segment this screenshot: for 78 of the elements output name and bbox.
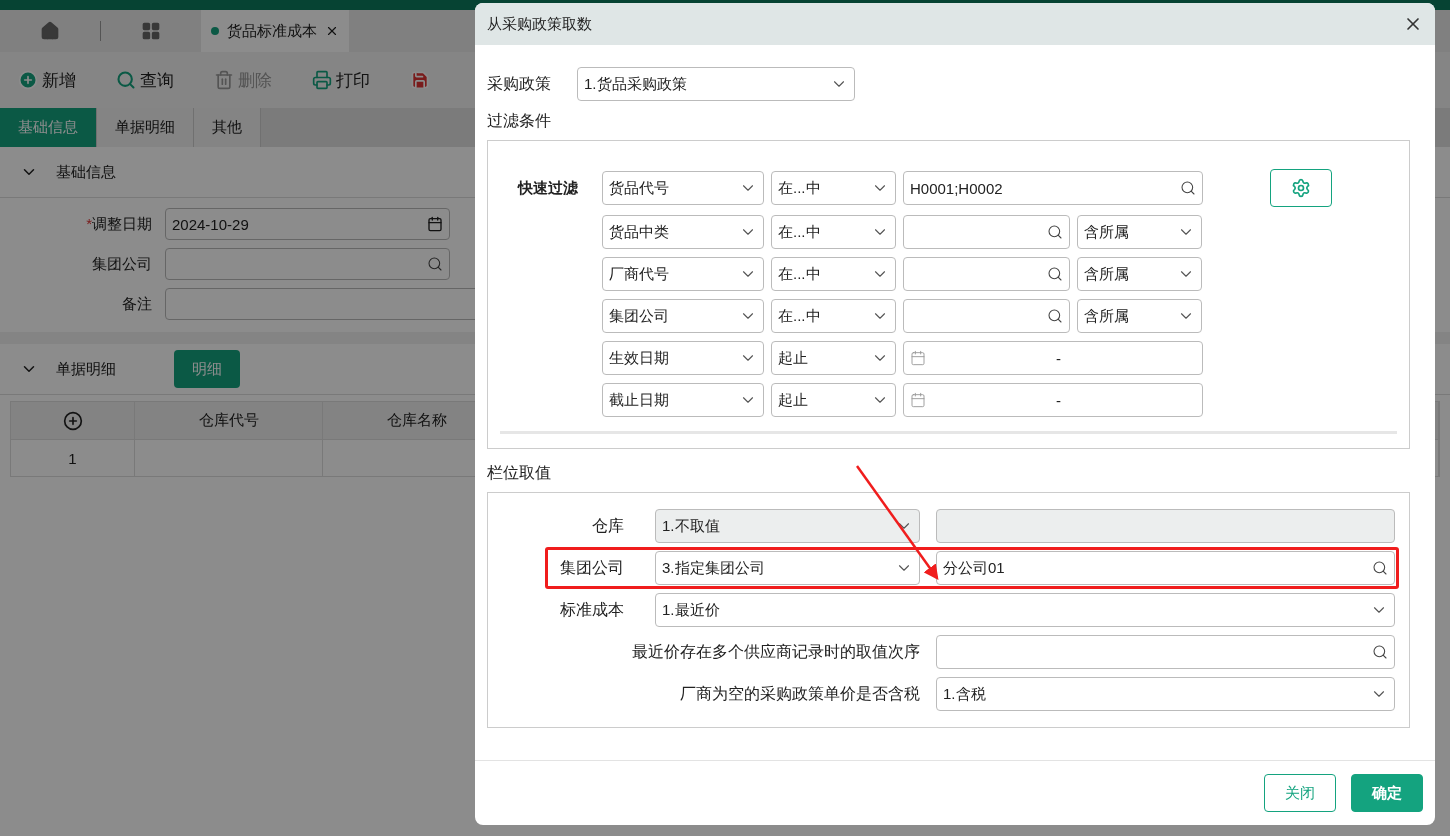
- section-tab[interactable]: 单据明细: [97, 108, 194, 147]
- trash-icon: [214, 70, 234, 90]
- search-icon: [1372, 644, 1388, 660]
- search-icon: [1047, 224, 1063, 240]
- toolbar-button[interactable]: 新增: [18, 68, 76, 92]
- section-title: 过滤条件: [487, 111, 552, 131]
- operator-select[interactable]: 在...中: [771, 215, 896, 249]
- toolbar-button[interactable]: 打印: [312, 68, 370, 92]
- select-field[interactable]: 1.最近价: [655, 593, 1395, 627]
- scope-select[interactable]: 含所属: [1077, 257, 1202, 291]
- operator-select[interactable]: 起止: [771, 341, 896, 375]
- value-field[interactable]: 分公司01: [936, 551, 1395, 585]
- settings-button[interactable]: [1270, 169, 1332, 207]
- field-label: 采购政策: [487, 73, 551, 94]
- save-button[interactable]: [410, 70, 430, 90]
- mode-select[interactable]: 3.指定集团公司: [655, 551, 920, 585]
- range-separator: -: [1056, 349, 1061, 367]
- section-title: 栏位取值: [487, 463, 552, 483]
- scope-select[interactable]: 含所属: [1077, 215, 1202, 249]
- value-field[interactable]: [903, 257, 1070, 291]
- printer-icon: [312, 70, 332, 90]
- settings-icon: [1291, 178, 1311, 198]
- field-label: 集团公司: [91, 254, 153, 274]
- search-icon: [116, 70, 136, 90]
- field-select[interactable]: 集团公司: [602, 299, 764, 333]
- close-icon[interactable]: [325, 24, 339, 38]
- dialog-title: 从采购政策取数: [487, 14, 592, 34]
- policy-select[interactable]: 1.货品采购政策: [577, 67, 855, 101]
- field-label: 标准成本: [559, 599, 625, 620]
- field-label: 最近价存在多个供应商记录时的取值次序: [631, 641, 920, 662]
- search-icon: [1047, 308, 1063, 324]
- search-icon: [1372, 560, 1388, 576]
- section-tab[interactable]: 其他: [194, 108, 261, 147]
- calendar-icon: [910, 392, 926, 408]
- toolbar-button[interactable]: 查询: [116, 68, 174, 92]
- value-field[interactable]: H0001;H0002: [903, 171, 1203, 205]
- field-label: 备注: [121, 294, 153, 314]
- column-header: 仓库代号: [135, 402, 323, 439]
- value-field[interactable]: [903, 215, 1070, 249]
- field-select[interactable]: 货品代号: [602, 171, 764, 205]
- calendar-icon: [910, 350, 926, 366]
- date-range-field[interactable]: -: [903, 341, 1203, 375]
- home-icon[interactable]: [40, 21, 60, 41]
- section-title: 单据明细: [56, 359, 116, 379]
- lookup-field[interactable]: [936, 635, 1395, 669]
- field-select[interactable]: 货品中类: [602, 215, 764, 249]
- select-field[interactable]: 1.含税: [936, 677, 1395, 711]
- search-icon: [1180, 180, 1196, 196]
- search-icon: [427, 256, 443, 272]
- add-row-icon[interactable]: [62, 410, 83, 431]
- plus-circle-icon: [18, 70, 38, 90]
- page-tab[interactable]: 货品标准成本: [201, 10, 349, 52]
- field-label: *调整日期: [85, 214, 153, 234]
- input-field[interactable]: 2024-10-29: [165, 208, 450, 240]
- scope-select[interactable]: 含所属: [1077, 299, 1202, 333]
- field-select[interactable]: 生效日期: [602, 341, 764, 375]
- operator-select[interactable]: 在...中: [771, 257, 896, 291]
- save-icon: [410, 70, 430, 90]
- mode-select[interactable]: 1.不取值: [655, 509, 920, 543]
- operator-select[interactable]: 起止: [771, 383, 896, 417]
- value-field[interactable]: [903, 299, 1070, 333]
- status-dot: [211, 27, 219, 35]
- field-label: 集团公司: [559, 557, 625, 578]
- range-separator: -: [1056, 391, 1061, 409]
- operator-select[interactable]: 在...中: [771, 171, 896, 205]
- section-title: 基础信息: [56, 162, 116, 182]
- search-icon: [1047, 266, 1063, 282]
- operator-select[interactable]: 在...中: [771, 299, 896, 333]
- input-field[interactable]: [165, 248, 450, 280]
- field-select[interactable]: 截止日期: [602, 383, 764, 417]
- row-number: 1: [11, 439, 135, 476]
- calendar-icon: [427, 216, 443, 232]
- field-select[interactable]: 厂商代号: [602, 257, 764, 291]
- field-label: 厂商为空的采购政策单价是否含税: [679, 683, 920, 704]
- field-label: 仓库: [591, 515, 625, 536]
- date-range-field[interactable]: -: [903, 383, 1203, 417]
- grid-icon[interactable]: [141, 21, 161, 41]
- quick-filter-label: 快速过滤: [516, 178, 579, 198]
